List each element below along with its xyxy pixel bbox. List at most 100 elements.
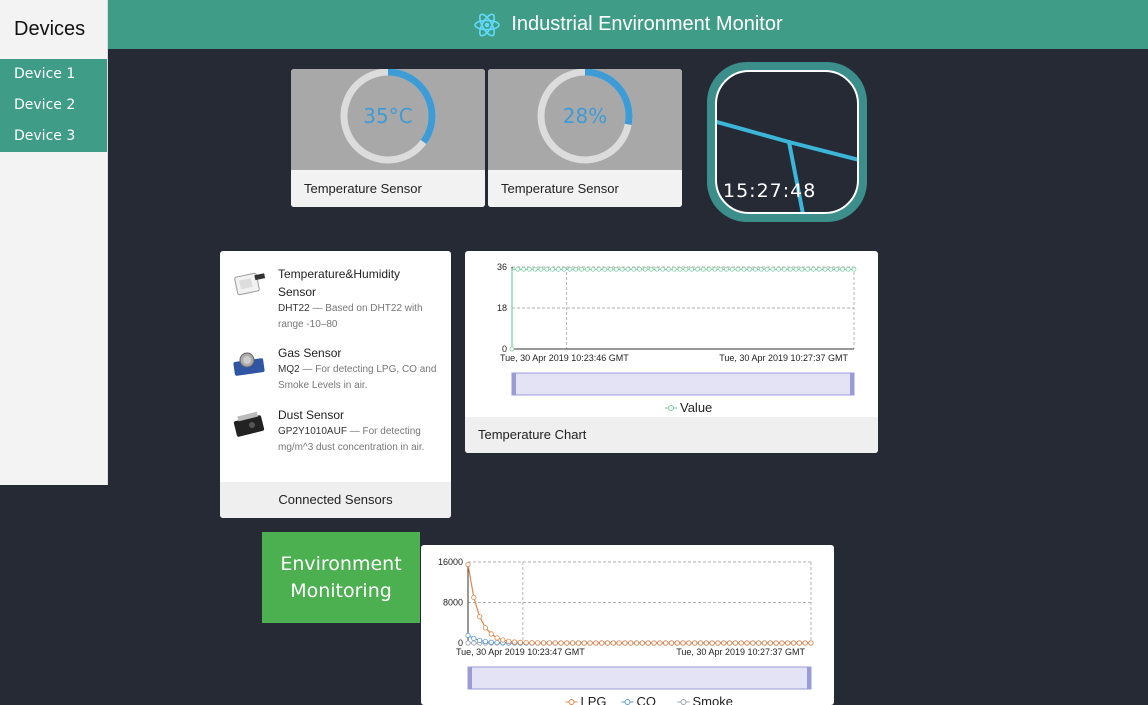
- data-point: [776, 266, 782, 272]
- data-point: [628, 640, 634, 646]
- data-point: [613, 266, 619, 272]
- y-tick-label: 8000: [443, 598, 463, 608]
- environment-line-1: Environment: [280, 552, 402, 575]
- data-point: [741, 266, 747, 272]
- data-point: [770, 266, 776, 272]
- data-point: [767, 640, 773, 646]
- data-point: [689, 266, 695, 272]
- data-point: [590, 266, 596, 272]
- data-point: [756, 640, 762, 646]
- data-point: [851, 266, 857, 272]
- data-point: [822, 266, 828, 272]
- data-point: [558, 640, 564, 646]
- navigator-handle-left: [512, 373, 516, 395]
- data-point: [482, 625, 489, 631]
- data-point: [805, 266, 811, 272]
- data-point: [639, 640, 646, 646]
- data-point: [738, 640, 744, 646]
- data-point: [700, 266, 706, 272]
- data-point: [793, 266, 799, 272]
- devices-sidebar: Devices Device 1 Device 2 Device 3: [0, 0, 108, 485]
- legend-marker-dot: [624, 699, 631, 705]
- data-point: [811, 266, 816, 272]
- data-point: [787, 266, 793, 272]
- data-point: [488, 631, 494, 637]
- data-point: [816, 266, 822, 272]
- data-point: [482, 638, 489, 645]
- legend-marker-dot: [668, 405, 674, 411]
- sensor-name: Temperature&Humidity Sensor: [278, 267, 401, 299]
- x-tick-label: Tue, 30 Apr 2019 10:27:37 GMT: [676, 647, 805, 657]
- data-point: [509, 346, 515, 352]
- environment-monitoring-button[interactable]: Environment Monitoring: [262, 532, 420, 623]
- data-point: [619, 266, 625, 272]
- data-point: [633, 640, 640, 646]
- legend-marker-dot: [568, 699, 575, 705]
- gauge-value: 28%: [563, 104, 607, 128]
- data-point: [727, 640, 733, 646]
- data-point: [596, 266, 602, 272]
- data-point: [779, 640, 785, 646]
- data-point: [785, 640, 791, 646]
- data-point: [494, 635, 500, 641]
- data-point: [721, 640, 727, 646]
- data-point: [579, 266, 584, 272]
- data-point: [654, 266, 660, 272]
- data-point: [465, 632, 471, 639]
- data-point: [616, 640, 622, 646]
- legend-marker-dot: [680, 699, 687, 705]
- environment-line-2: Monitoring: [290, 579, 392, 602]
- sidebar-item-device-1[interactable]: Device 1: [0, 59, 107, 90]
- gauge-value: 35°C: [363, 104, 412, 128]
- sidebar-item-device-3[interactable]: Device 3: [0, 121, 107, 152]
- sidebar-item-device-2[interactable]: Device 2: [0, 90, 107, 121]
- data-point: [660, 266, 666, 272]
- data-point: [683, 266, 689, 272]
- humidity-gauge-card[interactable]: 28% Temperature Sensor: [488, 69, 682, 207]
- data-point: [761, 640, 768, 646]
- gas-chart-card: 0 8000 16000 Tue, 30 Apr 2019 10:23:47 GMT T…: [421, 545, 834, 705]
- data-point: [465, 640, 471, 646]
- data-point: [715, 640, 721, 646]
- series-line-value: [511, 268, 854, 349]
- data-point: [570, 640, 576, 646]
- data-point: [529, 640, 535, 646]
- x-tick-label: Tue, 30 Apr 2019 10:23:46 GMT: [500, 353, 629, 363]
- dust-sensor-image: [233, 411, 265, 437]
- sensor-description: MQ2 — For detecting LPG, CO and Smoke Le…: [278, 364, 437, 391]
- data-point: [494, 639, 500, 646]
- x-tick-label: Tue, 30 Apr 2019 10:23:47 GMT: [456, 647, 585, 657]
- mq2-gas-sensor-image: [233, 352, 265, 376]
- react-atom-icon: [474, 13, 501, 36]
- data-point: [758, 266, 764, 272]
- data-point: [753, 266, 758, 272]
- data-point: [526, 266, 532, 272]
- data-point: [657, 640, 663, 646]
- navigator-handle-left: [468, 667, 472, 689]
- sensor-name: Dust Sensor: [278, 408, 345, 422]
- data-point: [845, 266, 851, 272]
- data-point: [773, 640, 779, 646]
- y-tick-label: 18: [497, 303, 507, 313]
- data-point: [602, 266, 608, 272]
- data-point: [677, 266, 683, 272]
- data-point: [555, 266, 561, 272]
- gauge-label: Temperature Sensor: [488, 170, 682, 207]
- data-point: [625, 266, 631, 272]
- data-point: [610, 640, 616, 646]
- clock-time: 15:27:48: [723, 180, 817, 202]
- data-point: [703, 640, 709, 646]
- data-point: [622, 640, 628, 646]
- data-point: [808, 640, 814, 646]
- range-navigator: [511, 372, 855, 396]
- data-point: [695, 266, 700, 272]
- data-point: [697, 640, 704, 646]
- data-point: [651, 640, 657, 646]
- y-tick-label: 36: [497, 262, 507, 272]
- data-point: [538, 266, 544, 272]
- data-point: [561, 266, 567, 272]
- data-point: [692, 640, 698, 646]
- data-point: [663, 640, 669, 646]
- temperature-gauge-card[interactable]: 35°C Temperature Sensor: [291, 69, 485, 207]
- data-point: [544, 266, 550, 272]
